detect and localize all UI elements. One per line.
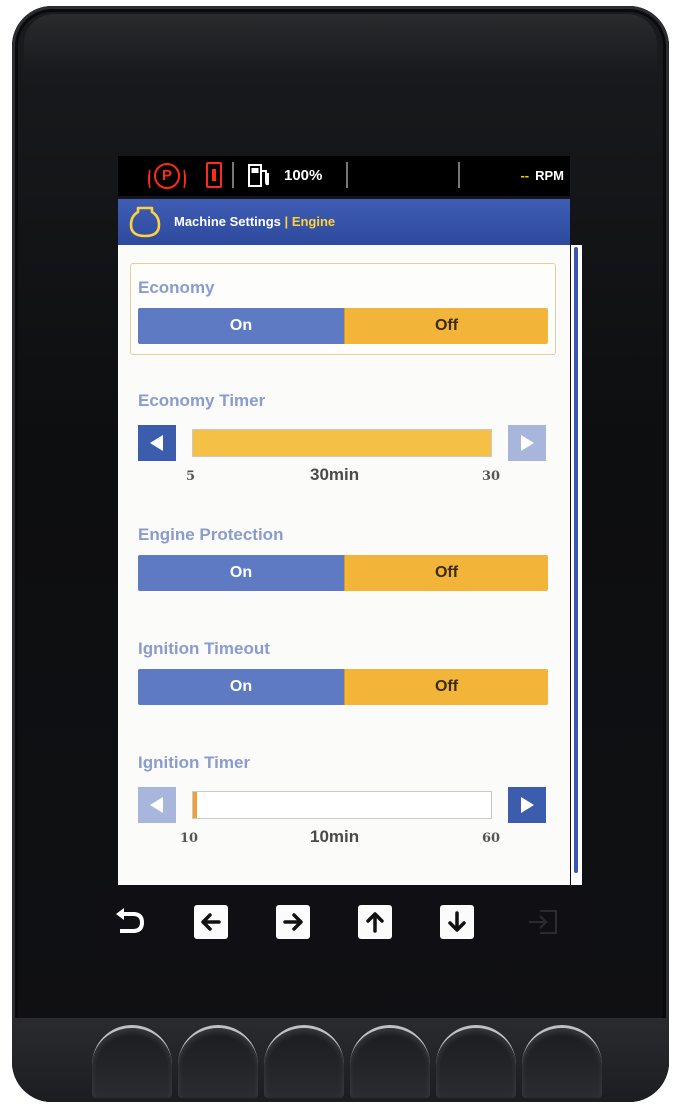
scrollbar-thumb[interactable]: [574, 247, 578, 873]
hardware-button-4[interactable]: [350, 1025, 430, 1098]
ignition-timeout-off-option[interactable]: Off: [344, 669, 548, 705]
hardware-button-5[interactable]: [436, 1025, 516, 1098]
ignition-timer-min: 10: [180, 831, 199, 846]
economy-label: Economy: [138, 278, 215, 297]
rpm-unit: RPM: [535, 168, 564, 183]
hardware-button-1[interactable]: [92, 1025, 172, 1098]
ignition-timer-slider[interactable]: 10 10min 60: [138, 787, 548, 846]
economy-on-option[interactable]: On: [138, 308, 344, 344]
economy-timer-label: Economy Timer: [138, 391, 266, 410]
economy-timer-increase-button[interactable]: [508, 425, 546, 461]
fuel-level-value: 100%: [284, 167, 323, 184]
triangle-right-icon: [521, 797, 534, 813]
arrow-up-button[interactable]: [358, 905, 392, 939]
ignition-timer-increase-button[interactable]: [508, 787, 546, 823]
arrow-down-icon: [448, 911, 466, 932]
triangle-left-icon: [150, 797, 163, 813]
ignition-timer-fill: [193, 792, 197, 818]
ignition-timeout-label: Ignition Timeout: [138, 639, 270, 658]
title-main: Machine Settings: [174, 214, 281, 229]
settings-panel: Economy On Off Economy Timer 5 30min 30 …: [118, 245, 570, 885]
setting-ignition-timeout[interactable]: Ignition Timeout On Off: [138, 639, 554, 709]
arrow-left-button[interactable]: [194, 905, 228, 939]
arrow-right-button[interactable]: [276, 905, 310, 939]
back-icon[interactable]: [114, 905, 148, 939]
setting-ignition-timer[interactable]: Ignition Timer 10 10min 60: [138, 753, 554, 863]
economy-off-option[interactable]: Off: [344, 308, 548, 344]
engine-icon: [129, 206, 161, 238]
hardware-button-6[interactable]: [522, 1025, 602, 1098]
ignition-timeout-toggle[interactable]: On Off: [138, 669, 548, 705]
page-title: Machine Settings | Engine: [174, 214, 335, 229]
battery-warning-icon: [206, 162, 222, 188]
ignition-timer-track[interactable]: [192, 791, 492, 819]
setting-economy[interactable]: Economy On Off: [130, 263, 556, 355]
rpm-value: --: [520, 168, 530, 183]
hardware-button-2[interactable]: [178, 1025, 258, 1098]
ignition-timeout-on-option[interactable]: On: [138, 669, 344, 705]
hardware-button-3[interactable]: [264, 1025, 344, 1098]
setting-economy-timer[interactable]: Economy Timer 5 30min 30: [138, 391, 554, 491]
navigation-bar: [96, 887, 592, 957]
status-divider: [232, 162, 234, 188]
engine-protection-off-option[interactable]: Off: [344, 555, 548, 591]
status-divider: [458, 162, 460, 188]
ignition-timer-decrease-button[interactable]: [138, 787, 176, 823]
parking-brake-icon: P: [148, 163, 186, 190]
engine-protection-label: Engine Protection: [138, 525, 284, 544]
title-sub: Engine: [291, 214, 336, 229]
arrow-down-button[interactable]: [440, 905, 474, 939]
economy-timer-track[interactable]: [192, 429, 492, 457]
economy-timer-decrease-button[interactable]: [138, 425, 176, 461]
arrow-right-icon: [283, 913, 303, 931]
engine-protection-toggle[interactable]: On Off: [138, 555, 548, 591]
title-bar: Machine Settings | Engine: [118, 199, 570, 245]
arrow-left-icon: [201, 913, 221, 931]
rpm-readout: -- RPM: [520, 168, 564, 183]
arrow-up-icon: [366, 912, 384, 933]
economy-timer-min: 5: [186, 469, 196, 484]
engine-protection-on-option[interactable]: On: [138, 555, 344, 591]
scrollbar[interactable]: [571, 245, 582, 885]
fuel-icon: [248, 164, 269, 187]
status-divider: [346, 162, 348, 188]
status-bar: P 100% -- RPM: [118, 156, 570, 196]
triangle-right-icon: [521, 435, 534, 451]
ignition-timer-label: Ignition Timer: [138, 753, 251, 772]
economy-toggle[interactable]: On Off: [138, 308, 548, 344]
economy-timer-max: 30: [482, 469, 501, 484]
triangle-left-icon: [150, 435, 163, 451]
title-separator: |: [284, 214, 289, 229]
enter-icon[interactable]: [526, 905, 560, 939]
economy-timer-slider[interactable]: 5 30min 30: [138, 425, 548, 484]
setting-engine-protection[interactable]: Engine Protection On Off: [138, 525, 554, 595]
ignition-timer-value: 10min: [310, 827, 360, 846]
economy-timer-value: 30min: [310, 465, 360, 484]
economy-timer-fill: [193, 430, 491, 456]
ignition-timer-max: 60: [482, 831, 501, 846]
